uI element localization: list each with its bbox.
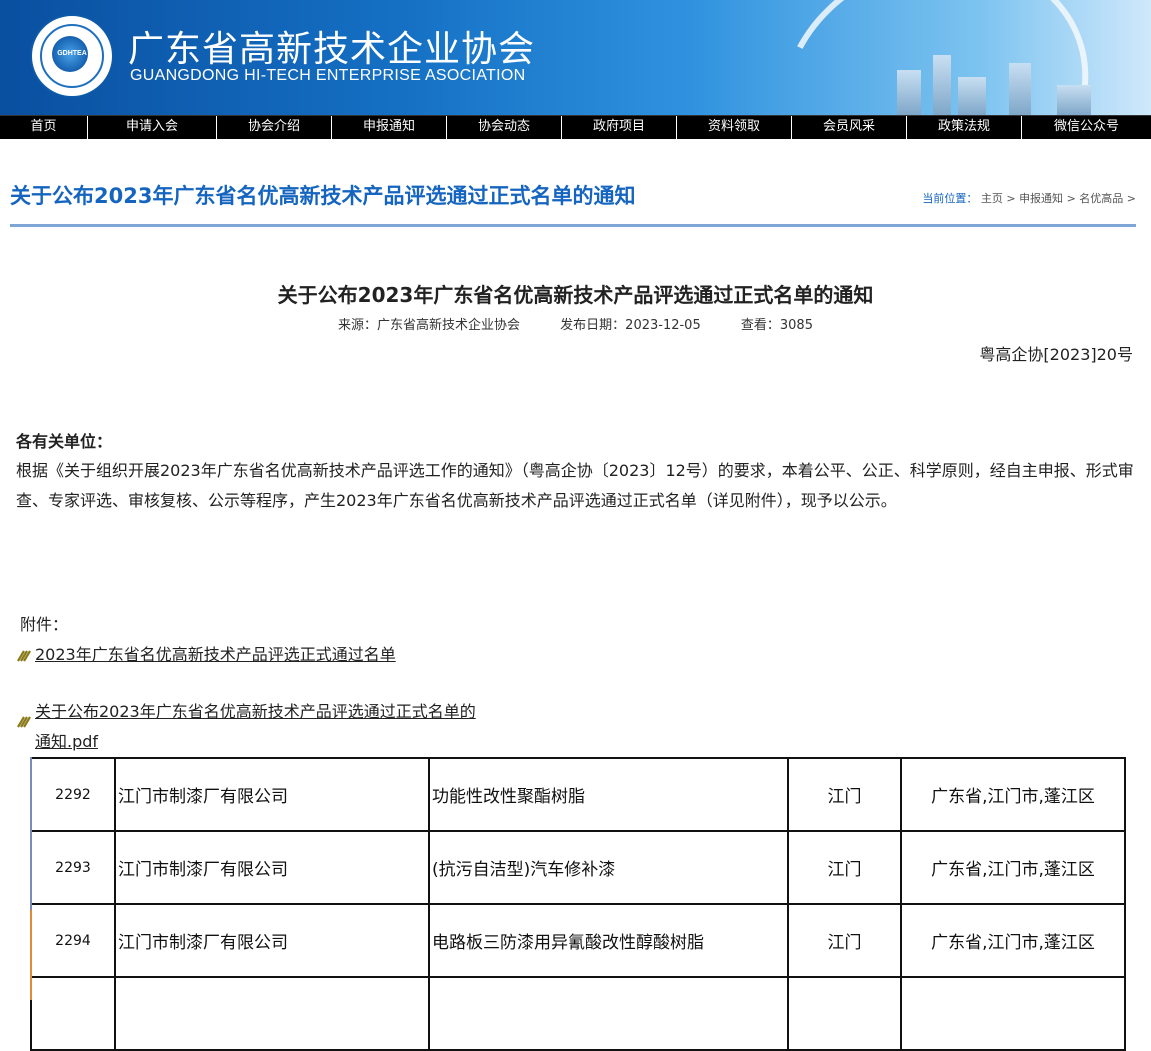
table-row: 2294 江门市制漆厂有限公司 电路板三防漆用异氰酸改性醇酸树脂 江门 广东省,… <box>30 903 1126 978</box>
cell-company: 江门市制漆厂有限公司 <box>114 757 430 832</box>
article-title: 关于公布2023年广东省名优高新技术产品评选通过正式名单的通知 <box>277 283 874 307</box>
building-graphic <box>897 70 921 115</box>
table-left-edge-accent <box>30 910 32 1000</box>
building-graphic <box>933 55 951 115</box>
logo-text: GDHTEA <box>57 50 87 57</box>
article-views: 查看：3085 <box>740 318 813 333</box>
nav-item-downloads[interactable]: 资料领取 <box>677 116 792 139</box>
article-date: 发布日期：2023-12-05 <box>560 318 701 333</box>
greeting: 各有关单位： <box>16 432 113 451</box>
cell-city: 江门 <box>787 757 902 832</box>
building-graphic <box>1009 63 1031 115</box>
site-name-cn: 广东省高新技术企业协会 <box>128 29 536 70</box>
cell-product: (抗污自洁型)汽车修补漆 <box>428 830 789 905</box>
site-banner: GDHTEA 广东省高新技术企业协会 GUANGDONG HI-TECH ENT… <box>0 0 1151 115</box>
nav-item-home[interactable]: 首页 <box>0 116 88 139</box>
breadcrumb-home[interactable]: 主页 <box>981 192 1003 205</box>
cell-address <box>900 976 1126 1051</box>
cell-number <box>30 976 116 1051</box>
cell-city: 江门 <box>787 903 902 978</box>
cell-city <box>787 976 902 1051</box>
document-number: 粤高企协[2023]20号 <box>979 345 1133 364</box>
cell-number: 2293 <box>30 830 116 905</box>
breadcrumb-category[interactable]: 名优高品 <box>1079 192 1123 205</box>
table-row: 2293 江门市制漆厂有限公司 (抗污自洁型)汽车修补漆 江门 广东省,江门市,… <box>30 830 1126 905</box>
page-title: 关于公布2023年广东省名优高新技术产品评选通过正式名单的通知 <box>10 184 636 208</box>
breadcrumb-label: 当前位置： <box>922 192 978 205</box>
cell-product: 电路板三防漆用异氰酸改性醇酸树脂 <box>428 903 789 978</box>
nav-item-wechat[interactable]: 微信公众号 <box>1022 116 1151 139</box>
table-row: 2292 江门市制漆厂有限公司 功能性改性聚酯树脂 江门 广东省,江门市,蓬江区 <box>30 757 1126 832</box>
breadcrumb: 当前位置： 主页 > 申报通知 > 名优高品 > <box>922 190 1136 206</box>
attachment-item: 关于公布2023年广东省名优高新技术产品评选通过正式名单的通知.pdf <box>16 697 476 757</box>
product-list-table: 2292 江门市制漆厂有限公司 功能性改性聚酯树脂 江门 广东省,江门市,蓬江区… <box>30 757 1126 1051</box>
cell-address: 广东省,江门市,蓬江区 <box>900 903 1126 978</box>
attachment-icon <box>17 716 31 728</box>
breadcrumb-notices[interactable]: 申报通知 <box>1019 192 1063 205</box>
cell-company <box>114 976 430 1051</box>
nav-item-notices[interactable]: 申报通知 <box>332 116 447 139</box>
site-name-en: GUANGDONG HI-TECH ENTERPRISE ASOCIATION <box>130 67 526 84</box>
cell-company: 江门市制漆厂有限公司 <box>114 830 430 905</box>
main-nav: 首页 申请入会 协会介绍 申报通知 协会动态 政府项目 资料领取 会员风采 政策… <box>0 115 1151 139</box>
cell-address: 广东省,江门市,蓬江区 <box>900 757 1126 832</box>
table-row <box>30 976 1126 1051</box>
attachments-label: 附件： <box>20 615 69 634</box>
article-body: 根据《关于组织开展2023年广东省名优高新技术产品评选工作的通知》（粤高企协〔2… <box>16 461 1134 510</box>
attachment-icon <box>17 649 31 662</box>
cell-number: 2292 <box>30 757 116 832</box>
cell-number: 2294 <box>30 903 116 978</box>
nav-item-members[interactable]: 会员风采 <box>792 116 907 139</box>
nav-item-join[interactable]: 申请入会 <box>88 116 217 139</box>
cell-city: 江门 <box>787 830 902 905</box>
cell-company: 江门市制漆厂有限公司 <box>114 903 430 978</box>
breadcrumb-separator: > <box>1006 192 1016 205</box>
cell-address: 广东省,江门市,蓬江区 <box>900 830 1126 905</box>
article-meta: 来源：广东省高新技术企业协会 发布日期：2023-12-05 查看：3085 <box>0 314 1151 333</box>
cell-product <box>428 976 789 1051</box>
building-graphic <box>1057 85 1091 115</box>
nav-item-about[interactable]: 协会介绍 <box>217 116 332 139</box>
article-source: 来源：广东省高新技术企业协会 <box>338 318 521 333</box>
title-divider <box>10 224 1136 227</box>
nav-item-gov-projects[interactable]: 政府项目 <box>562 116 677 139</box>
nav-item-news[interactable]: 协会动态 <box>447 116 562 139</box>
breadcrumb-separator: > <box>1126 192 1136 205</box>
association-logo[interactable]: GDHTEA <box>30 14 114 98</box>
building-graphic <box>958 77 986 115</box>
attachment-link[interactable]: 关于公布2023年广东省名优高新技术产品评选通过正式名单的通知.pdf <box>35 697 476 757</box>
cell-product: 功能性改性聚酯树脂 <box>428 757 789 832</box>
attachment-item: 2023年广东省名优高新技术产品评选正式通过名单 <box>16 641 396 665</box>
breadcrumb-separator: > <box>1066 192 1076 205</box>
attachment-link[interactable]: 2023年广东省名优高新技术产品评选正式通过名单 <box>35 645 396 664</box>
nav-item-policies[interactable]: 政策法规 <box>907 116 1022 139</box>
